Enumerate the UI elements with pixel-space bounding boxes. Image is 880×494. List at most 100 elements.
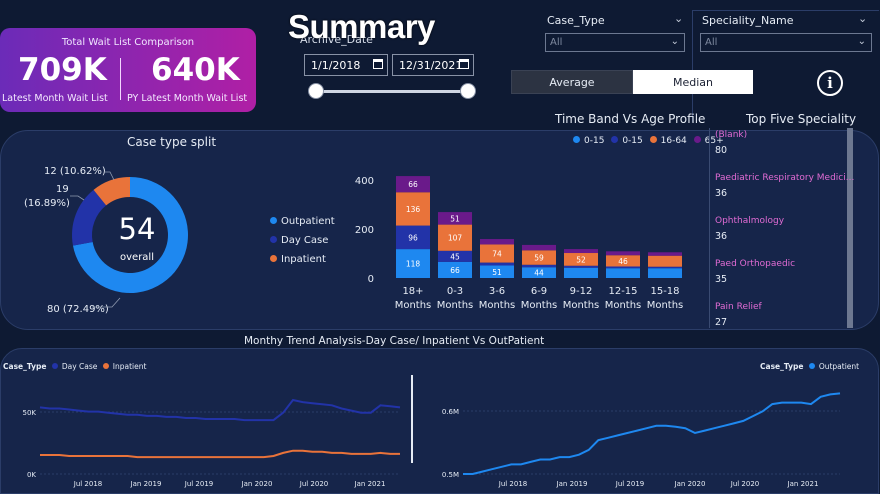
bar-segment[interactable] (522, 244, 556, 251)
specialty-slicer-label: Speciality_Name (702, 14, 794, 27)
specialty-value: 27 (715, 317, 728, 328)
top-five-list: (Blank) 80 Paediatric Respiratory Medici… (715, 130, 855, 342)
donut-label-daycase-pct: (16.89%) (24, 198, 70, 209)
x-tick-label: 3-6 (489, 286, 505, 297)
trend-left-legend: Case_Type Day Case Inpatient (3, 362, 146, 371)
x-tick-label: Months (479, 300, 516, 311)
x-tick-label: Jul 2018 (73, 480, 103, 488)
bar-segment[interactable] (480, 239, 514, 245)
bar-segment[interactable] (606, 266, 640, 269)
list-item[interactable]: (Blank) 80 (715, 130, 847, 173)
trend-heading: Monthy Trend Analysis-Day Case/ Inpatien… (244, 335, 545, 347)
specialty-dropdown[interactable]: All ⌄ (700, 33, 872, 52)
legend-label: 0-15 (622, 136, 643, 146)
end-date-input[interactable]: 12/31/2021 (392, 54, 474, 76)
legend-item-outpatient[interactable]: Outpatient (270, 216, 335, 227)
list-item[interactable]: Paed Orthopaedic 35 (715, 259, 847, 302)
x-tick-label: Months (605, 300, 642, 311)
donut-label-outpatient: 80 (72.49%) (47, 304, 109, 315)
bar-data-label: 66 (450, 266, 460, 275)
legend-label: Day Case (61, 362, 98, 371)
y-tick-label: 0.6M (442, 408, 459, 416)
x-tick-label: 12-15 (608, 286, 637, 297)
bar-segment[interactable] (648, 268, 682, 278)
legend-dot (51, 363, 58, 369)
bar-segment[interactable] (564, 249, 598, 254)
legend-label: Day Case (281, 235, 329, 246)
case-type-dropdown[interactable]: All ⌄ (545, 33, 685, 52)
y-tick-label: 200 (355, 225, 374, 236)
specialty-name: Ophthalmology (715, 216, 785, 226)
legend-title: Case_Type (760, 362, 804, 371)
bar-segment[interactable] (480, 262, 514, 266)
calendar-icon[interactable] (459, 59, 469, 69)
date-range-slider-track[interactable] (316, 90, 468, 93)
chevron-down-icon[interactable]: ⌄ (674, 12, 683, 25)
specialty-name: (Blank) (715, 130, 748, 140)
specialty-selected: All (705, 37, 718, 48)
list-item[interactable]: Pain Relief 27 (715, 302, 847, 342)
daycase-inpatient-line-chart: 0K 50K Jul 2018 Jan 2019 Jul 2019 Jan 2020 Jul… (23, 398, 401, 488)
date-range-start-handle[interactable] (308, 83, 324, 99)
specialty-name: Paediatric Respiratory Medici... (715, 173, 855, 183)
bar-segment[interactable] (564, 265, 598, 268)
series-line[interactable] (463, 392, 841, 475)
average-toggle-button[interactable]: Average (511, 70, 633, 94)
bar-segment[interactable] (606, 251, 640, 256)
x-tick-label: Months (437, 300, 474, 311)
bar-segment[interactable] (564, 267, 598, 278)
legend-label: Outpatient (281, 216, 335, 227)
top-five-heading: Top Five Speciality (746, 112, 857, 126)
bar-segment[interactable] (648, 252, 682, 256)
bar-segment[interactable] (522, 264, 556, 268)
date-range-end-handle[interactable] (460, 83, 476, 99)
bar-segment[interactable] (606, 268, 640, 278)
chevron-down-icon: ⌄ (670, 36, 679, 47)
list-item[interactable]: Ophthalmology 36 (715, 216, 847, 259)
case-type-slicer-label: Case_Type (547, 14, 605, 27)
specialty-value: 80 (715, 145, 728, 156)
case-type-selected: All (550, 37, 563, 48)
time-band-bar-chart: 0 200 400 118 96 136 66 18+ Months 66 45 107 51 0-3 Mo… (355, 176, 683, 311)
x-tick-label: Jan 2021 (354, 480, 386, 488)
specialty-name: Pain Relief (715, 302, 762, 312)
x-tick-label: Jul 2020 (730, 480, 760, 488)
legend-dot (611, 136, 619, 143)
trend-right-legend: Case_Type Outpatient (760, 362, 859, 371)
chevron-down-icon[interactable]: ⌄ (858, 12, 867, 25)
info-icon[interactable]: i (817, 70, 843, 96)
legend-item-daycase[interactable]: Day Case (270, 235, 328, 246)
top-five-scrollbar[interactable] (847, 128, 853, 328)
donut-total-label: overall (120, 252, 154, 263)
median-toggle-button[interactable]: Median (633, 70, 753, 94)
x-tick-label: Jan 2019 (556, 480, 588, 488)
calendar-icon[interactable] (373, 59, 383, 69)
legend-dot (693, 136, 701, 143)
bar-segment[interactable] (648, 255, 682, 267)
bar-data-label: 107 (448, 234, 463, 243)
legend-label: Inpatient (281, 254, 326, 265)
legend-dot (270, 255, 277, 262)
bar-data-label: 74 (492, 250, 502, 259)
kpi-latest-label: Latest Month Wait List (2, 93, 108, 104)
x-tick-label: Months (563, 300, 600, 311)
legend-dot (270, 217, 277, 224)
y-tick-label: 0K (27, 471, 36, 479)
specialty-name: Paed Orthopaedic (715, 259, 796, 269)
y-tick-label: 50K (23, 409, 37, 417)
list-item[interactable]: Paediatric Respiratory Medici... 36 (715, 173, 855, 216)
specialty-value: 35 (715, 274, 728, 285)
bar-data-label: 136 (406, 205, 421, 214)
legend-label: Inpatient (112, 362, 147, 371)
legend-item-inpatient[interactable]: Inpatient (270, 254, 326, 265)
series-line[interactable] (40, 449, 400, 459)
time-band-legend: 0-15 0-15 16-64 65+ (573, 136, 724, 146)
legend-label: 16-64 (660, 136, 687, 146)
series-line[interactable] (39, 398, 401, 422)
kpi-card-wait-list: Total Wait List Comparison 709K 640K Lat… (0, 28, 256, 112)
legend-title: Case_Type (3, 362, 47, 371)
start-date-input[interactable]: 1/1/2018 (304, 54, 388, 76)
specialty-value: 36 (715, 231, 728, 242)
x-tick-label: Jan 2019 (130, 480, 162, 488)
bar-segment[interactable] (648, 266, 682, 269)
